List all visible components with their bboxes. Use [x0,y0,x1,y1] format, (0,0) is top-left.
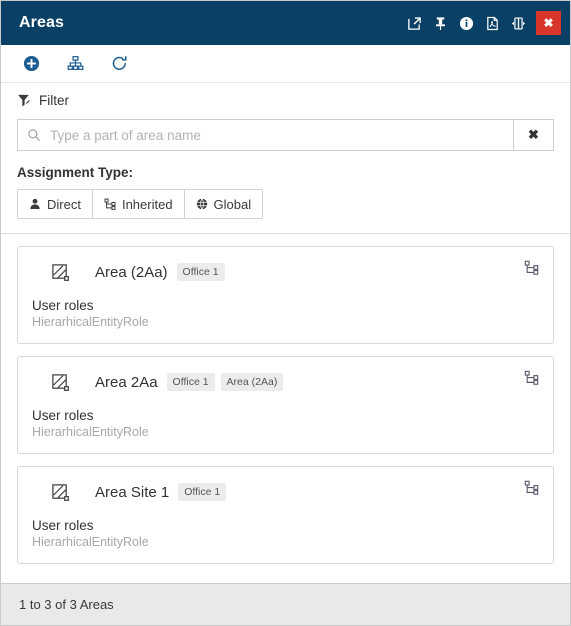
area-card-roles-label: User roles [32,518,94,533]
areas-window: Areas ✖ Filter Type a part of area name … [0,0,571,626]
globe-icon [196,198,207,210]
record-count-status: 1 to 3 of 3 Areas [19,597,114,612]
area-card-roles-value: HierarhicalEntityRole [32,315,149,329]
area-hierarchy-icon[interactable] [524,260,539,280]
filter-heading-row: Filter [17,93,554,108]
area-hierarchy-icon[interactable] [524,370,539,390]
area-card-roles-label: User roles [32,408,94,423]
area-card-badges: Office 1 [178,482,227,502]
info-icon[interactable] [453,1,479,45]
resize-panel-icon[interactable] [505,1,531,45]
area-card-badge: Area (2Aa) [220,372,284,392]
filter-icon [18,94,30,107]
assignment-type-inherited[interactable]: Inherited [92,190,185,218]
area-card-body: User roles HierarhicalEntityRole [32,408,539,439]
pdf-export-icon[interactable] [479,1,505,45]
search-box[interactable] [17,119,513,151]
area-card-header: Area Site 1 Office 1 [32,479,539,505]
status-footer: 1 to 3 of 3 Areas [1,583,570,625]
inherited-hierarchy-icon [104,198,116,210]
area-card-badge: Office 1 [166,372,215,392]
area-card-badge: Office 1 [178,482,227,502]
add-button[interactable] [19,52,43,76]
area-card-body: User roles HierarhicalEntityRole [32,298,539,329]
hierarchy-button[interactable] [63,52,87,76]
assignment-type-label: Assignment Type: [17,165,134,180]
window-title: Areas [19,14,64,31]
search-icon [28,129,41,142]
area-card-title: Area 2Aa [95,373,158,391]
area-card[interactable]: Area Site 1 Office 1 User roles Hierarhi… [17,466,554,564]
area-entity-icon [47,259,73,285]
assignment-type-global[interactable]: Global [184,190,263,218]
area-card-badge: Office 1 [176,262,225,282]
search-input[interactable] [50,127,504,143]
area-card-header: Area 2Aa Office 1 Area (2Aa) [32,369,539,395]
area-entity-icon [47,369,73,395]
action-toolbar [1,45,570,83]
area-card-title: Area (2Aa) [95,263,168,281]
area-card[interactable]: Area 2Aa Office 1 Area (2Aa) User roles [17,356,554,454]
area-hierarchy-icon[interactable] [524,480,539,500]
pin-icon[interactable] [427,1,453,45]
area-entity-icon [47,479,73,505]
area-card-badges: Office 1 [176,262,225,282]
titlebar-actions: ✖ [401,1,570,45]
assignment-type-global-label: Global [213,196,252,212]
areas-list: Area (2Aa) Office 1 User roles Hierarhic… [1,234,570,583]
area-card-roles-label: User roles [32,298,94,313]
assignment-type-inherited-label: Inherited [121,196,173,212]
close-button[interactable]: ✖ [536,11,561,35]
refresh-button[interactable] [107,52,131,76]
area-card-roles-value: HierarhicalEntityRole [32,535,149,549]
area-card-header: Area (2Aa) Office 1 [32,259,539,285]
area-card-badges: Office 1 Area (2Aa) [166,372,284,392]
clear-search-button[interactable]: ✖ [513,119,554,151]
person-icon [30,198,40,209]
window-titlebar: Areas ✖ [1,1,570,45]
area-card-title: Area Site 1 [95,483,170,501]
popout-icon[interactable] [401,1,427,45]
assignment-type-group: Direct Inherited Global [17,189,264,219]
filter-panel: Filter ✖ Assignment Type: Direct [1,83,570,234]
assignment-type-direct-label: Direct [47,196,81,212]
area-card-body: User roles HierarhicalEntityRole [32,518,539,549]
filter-heading-label: Filter [39,93,69,108]
area-card[interactable]: Area (2Aa) Office 1 User roles Hierarhic… [17,246,554,344]
assignment-type-direct[interactable]: Direct [18,190,93,218]
search-row: ✖ [17,119,554,151]
area-card-roles-value: HierarhicalEntityRole [32,425,149,439]
